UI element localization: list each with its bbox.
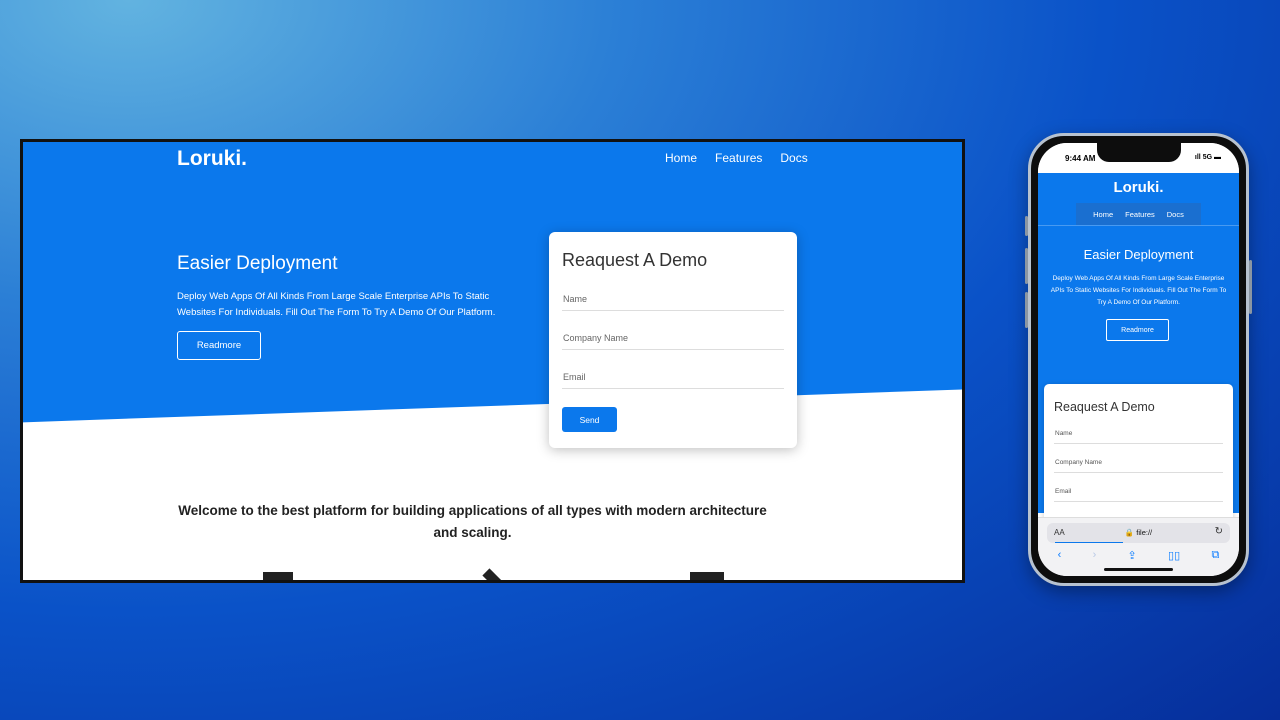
mobile-name-placeholder: Name [1055,430,1073,437]
volume-down-button [1025,292,1028,328]
phone-notch [1096,143,1181,162]
welcome-text: Welcome to the best platform for buildin… [178,503,767,540]
mobile-readmore-button[interactable]: Readmore [1106,319,1169,341]
reload-icon[interactable]: ↻ [1215,526,1223,537]
phone-screen: 9:44 AM ıll 5G ▬ Loruki. Home Features D… [1038,143,1239,576]
hero-title: Easier Deployment [177,253,338,274]
mobile-nav-home[interactable]: Home [1093,210,1113,219]
feature-icon [690,572,724,580]
email-field[interactable]: Email [562,369,784,389]
mobile-email-field[interactable]: Email [1054,484,1223,502]
tabs-icon[interactable]: ⧉ [1211,549,1219,562]
share-icon[interactable]: ⇪ [1128,549,1137,562]
volume-up-button [1025,248,1028,284]
mobile-hero-title: Easier Deployment [1083,247,1194,262]
desktop-preview: Loruki. Home Features Docs Easier Deploy… [20,139,965,583]
address-bar[interactable]: AA 🔒 file:// ↻ [1047,523,1230,543]
mute-switch [1025,216,1028,236]
mobile-nav-docs[interactable]: Docs [1167,210,1184,219]
brand-logo[interactable]: Loruki. [177,147,247,171]
power-button [1249,260,1252,314]
safari-toolbar: ‹ › ⇪ ▯▯ ⧉ [1038,549,1239,562]
mobile-nav-features[interactable]: Features [1125,210,1155,219]
mobile-demo-form-card: Reaquest A Demo Name Company Name Email [1044,384,1233,534]
home-indicator [1104,568,1173,571]
readmore-button[interactable]: Readmore [177,331,261,360]
hero-description: Deploy Web Apps Of All Kinds From Large … [177,291,496,318]
nav-docs[interactable]: Docs [780,151,807,165]
feature-icon [482,568,504,580]
send-button[interactable]: Send [562,407,617,432]
company-name-placeholder: Company Name [563,333,629,343]
page-load-indicator [1055,542,1123,543]
mobile-company-name-placeholder: Company Name [1055,459,1102,466]
back-icon[interactable]: ‹ [1058,549,1062,562]
name-placeholder: Name [563,294,588,304]
main-nav: Home Features Docs [665,151,808,165]
phone-preview: 9:44 AM ıll 5G ▬ Loruki. Home Features D… [1025,133,1252,586]
nav-home[interactable]: Home [665,151,697,165]
form-title: Reaquest A Demo [562,250,708,270]
mobile-email-placeholder: Email [1055,488,1072,495]
mobile-hero-description: Deploy Web Apps Of All Kinds From Large … [1050,275,1227,306]
url-text: 🔒 file:// [1124,528,1153,537]
email-placeholder: Email [563,372,586,382]
status-time: 9:44 AM [1065,154,1096,163]
mobile-name-field[interactable]: Name [1054,426,1223,444]
status-signal: ıll 5G ▬ [1194,154,1221,161]
nav-features[interactable]: Features [715,151,762,165]
mobile-nav: Home Features Docs [1076,203,1201,225]
mobile-company-name-field[interactable]: Company Name [1054,455,1223,473]
bookmarks-icon[interactable]: ▯▯ [1168,549,1180,562]
demo-form-card: Reaquest A Demo Name Company Name Email … [549,232,797,448]
company-name-field[interactable]: Company Name [562,330,784,350]
name-field[interactable]: Name [562,291,784,311]
mobile-brand-logo[interactable]: Loruki. [1038,179,1239,196]
mobile-nav-divider [1038,225,1239,226]
feature-icon [263,572,293,580]
forward-icon[interactable]: › [1093,549,1097,562]
mobile-form-title: Reaquest A Demo [1054,400,1155,414]
